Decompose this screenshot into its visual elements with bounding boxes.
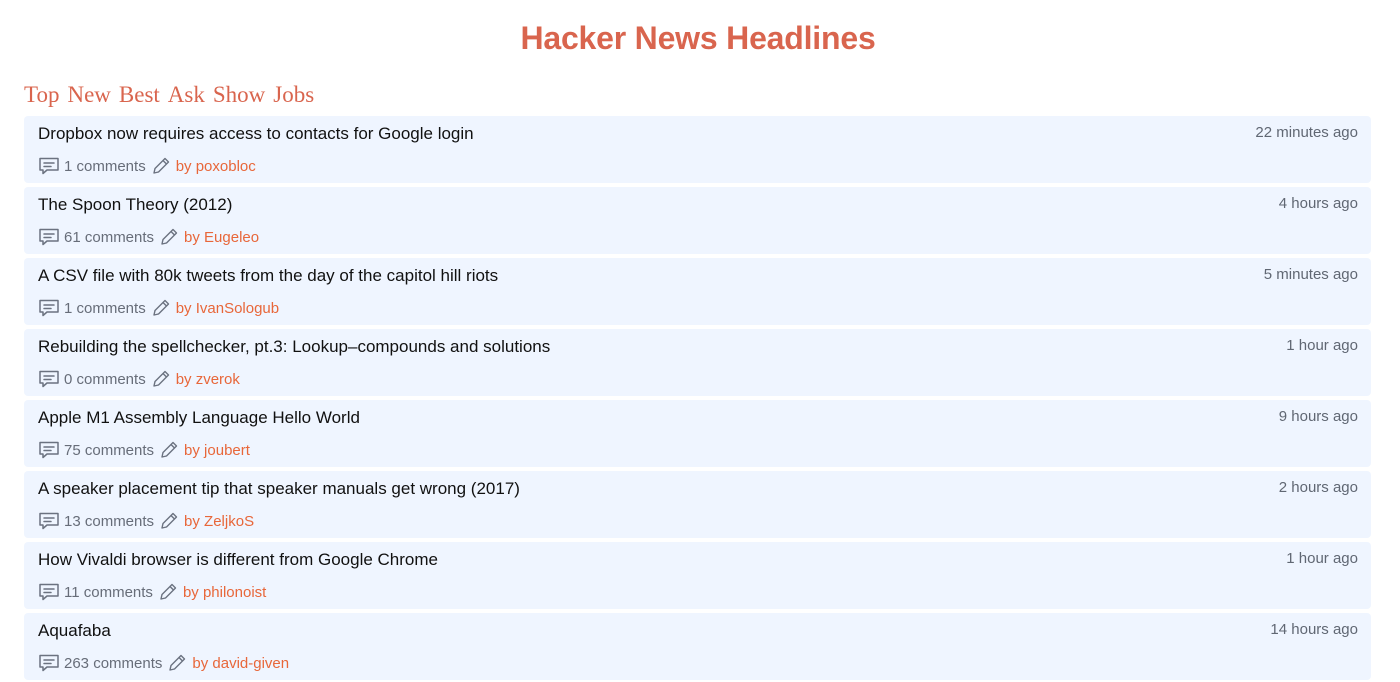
author-link[interactable]: by philonoist — [183, 584, 266, 601]
story-meta: 0 comments by zverok — [38, 369, 1357, 389]
author-link[interactable]: by zverok — [176, 371, 240, 388]
pencil-icon — [159, 440, 179, 460]
author-link[interactable]: by poxobloc — [176, 158, 256, 175]
page-title: Hacker News Headlines — [520, 20, 876, 56]
author-link[interactable]: by ZeljkoS — [184, 513, 254, 530]
story-meta: 11 comments by philonoist — [38, 582, 1357, 602]
tab-show[interactable]: Show — [213, 82, 265, 110]
story-time: 9 hours ago — [1278, 408, 1358, 425]
comments-count-link[interactable]: 13 comments — [64, 513, 154, 530]
story-meta: 13 comments by ZeljkoS — [38, 511, 1357, 531]
pencil-icon — [151, 156, 171, 176]
author-link[interactable]: by joubert — [184, 442, 250, 459]
pencil-icon — [151, 369, 171, 389]
pencil-icon — [159, 227, 179, 247]
comments-count-link[interactable]: 1 comments — [64, 158, 146, 175]
story-title-link[interactable]: Rebuilding the spellchecker, pt.3: Looku… — [38, 337, 1357, 357]
author-link[interactable]: by IvanSologub — [176, 300, 279, 317]
author-link[interactable]: by Eugeleo — [184, 229, 259, 246]
story-title-link[interactable]: The Spoon Theory (2012) — [38, 195, 1357, 215]
story-title-link[interactable]: A speaker placement tip that speaker man… — [38, 479, 1357, 499]
comments-count-link[interactable]: 75 comments — [64, 442, 154, 459]
story-card: Dropbox now requires access to contacts … — [24, 116, 1371, 183]
story-card: Apple M1 Assembly Language Hello World 9… — [24, 400, 1371, 467]
story-time: 4 hours ago — [1278, 195, 1358, 212]
story-title-link[interactable]: A CSV file with 80k tweets from the day … — [38, 266, 1357, 286]
comments-count-link[interactable]: 0 comments — [64, 371, 146, 388]
comments-count-link[interactable]: 1 comments — [64, 300, 146, 317]
story-time: 22 minutes ago — [1255, 124, 1358, 141]
story-list: Dropbox now requires access to contacts … — [24, 116, 1371, 680]
story-card: Aquafaba 14 hours ago 263 comments by da… — [24, 613, 1371, 680]
comment-icon — [38, 369, 60, 389]
comment-icon — [38, 582, 60, 602]
story-time: 1 hour ago — [1286, 550, 1358, 567]
story-card: A CSV file with 80k tweets from the day … — [24, 258, 1371, 325]
story-title-link[interactable]: Aquafaba — [38, 621, 1357, 641]
pencil-icon — [167, 653, 187, 673]
comment-icon — [38, 156, 60, 176]
tab-best[interactable]: Best — [119, 82, 160, 110]
story-meta: 61 comments by Eugeleo — [38, 227, 1357, 247]
story-title-link[interactable]: How Vivaldi browser is different from Go… — [38, 550, 1357, 570]
category-tabs: Top New Best Ask Show Jobs — [24, 82, 314, 110]
story-card: The Spoon Theory (2012) 4 hours ago 61 c… — [24, 187, 1371, 254]
story-meta: 1 comments by poxobloc — [38, 156, 1357, 176]
story-time: 1 hour ago — [1286, 337, 1358, 354]
comment-icon — [38, 653, 60, 673]
story-time: 14 hours ago — [1270, 621, 1358, 638]
comments-count-link[interactable]: 263 comments — [64, 655, 162, 672]
story-meta: 75 comments by joubert — [38, 440, 1357, 460]
story-card: Rebuilding the spellchecker, pt.3: Looku… — [24, 329, 1371, 396]
pencil-icon — [158, 582, 178, 602]
pencil-icon — [151, 298, 171, 318]
story-card: A speaker placement tip that speaker man… — [24, 471, 1371, 538]
story-title-link[interactable]: Apple M1 Assembly Language Hello World — [38, 408, 1357, 428]
story-card: How Vivaldi browser is different from Go… — [24, 542, 1371, 609]
author-link[interactable]: by david-given — [192, 655, 289, 672]
tab-new[interactable]: New — [67, 82, 110, 110]
story-title-link[interactable]: Dropbox now requires access to contacts … — [38, 124, 1357, 144]
tab-top[interactable]: Top — [24, 82, 59, 110]
tab-jobs[interactable]: Jobs — [273, 82, 314, 110]
comment-icon — [38, 298, 60, 318]
story-time: 2 hours ago — [1278, 479, 1358, 496]
comments-count-link[interactable]: 61 comments — [64, 229, 154, 246]
comments-count-link[interactable]: 11 comments — [64, 584, 153, 601]
comment-icon — [38, 511, 60, 531]
tab-ask[interactable]: Ask — [168, 82, 205, 110]
story-time: 5 minutes ago — [1263, 266, 1358, 283]
story-meta: 263 comments by david-given — [38, 653, 1357, 673]
story-meta: 1 comments by IvanSologub — [38, 298, 1357, 318]
pencil-icon — [159, 511, 179, 531]
comment-icon — [38, 227, 60, 247]
comment-icon — [38, 440, 60, 460]
